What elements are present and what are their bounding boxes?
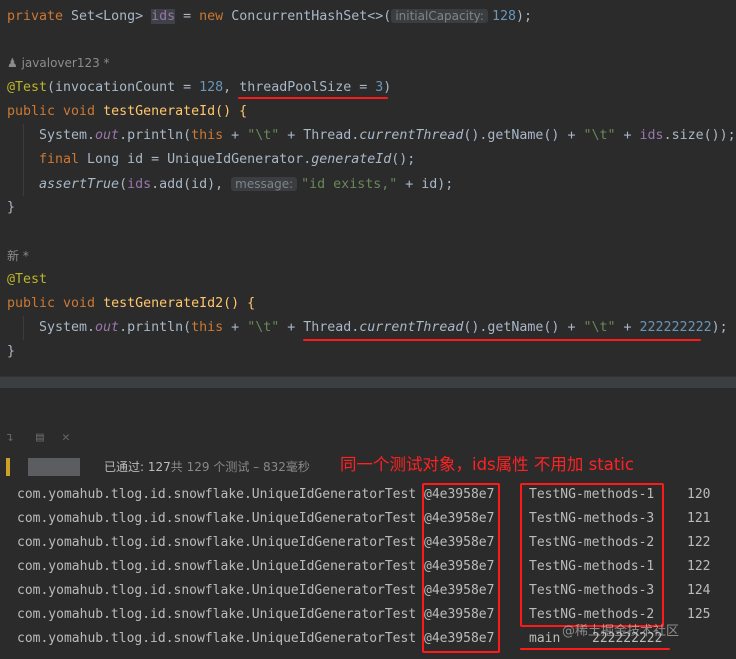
test-summary: 已通过: 127共 129 个测试 – 832毫秒 (104, 460, 310, 474)
code-line-field-decl: private Set<Long> ids = new ConcurrentHa… (7, 9, 532, 24)
indent-guide (23, 124, 24, 196)
clear-icon[interactable]: ✕ (62, 430, 70, 445)
indent-guide (23, 316, 24, 340)
user-icon: ♟ (7, 56, 18, 70)
param-hint: message: (231, 177, 298, 191)
code-editor[interactable]: private Set<Long> ids = new ConcurrentHa… (0, 0, 736, 376)
red-box-hash (422, 483, 500, 653)
watermark: @稀土掘金技术社区 (562, 624, 680, 639)
code-line-println-2: System.out.println(this + "\t" + Thread.… (39, 320, 728, 335)
red-underline (303, 339, 701, 341)
code-line-method-decl-2: public void testGenerateId2() { (7, 296, 256, 311)
red-underline (520, 648, 670, 650)
scroll-to-end-icon[interactable]: ↴ (6, 430, 14, 445)
code-line-test-annotation-2: @Test (7, 272, 48, 287)
run-toolbar: ↴ ▤ ✕ (0, 420, 736, 452)
author-hint[interactable]: ♟ javalover123 * (7, 53, 110, 73)
author-hint[interactable]: 新 * (7, 246, 29, 266)
code-line-println: System.out.println(this + "\t" + Thread.… (39, 128, 736, 143)
print-icon[interactable]: ▤ (36, 430, 44, 445)
annotation-note: 同一个测试对象，ids属性 不用加 static (340, 455, 634, 474)
status-accent (6, 458, 10, 476)
redacted-area (28, 458, 80, 476)
red-box-threads (520, 483, 664, 627)
code-line-assert: assertTrue(ids.add(id), message: "id exis… (39, 177, 454, 192)
red-underline (238, 97, 388, 99)
code-line-close-brace-2: } (7, 344, 16, 359)
code-line-method-decl: public void testGenerateId() { (7, 104, 248, 119)
param-hint: initialCapacity: (391, 9, 488, 23)
code-line-close-brace: } (7, 200, 16, 215)
code-line-generate: final Long id = UniqueIdGenerator.genera… (39, 152, 416, 167)
